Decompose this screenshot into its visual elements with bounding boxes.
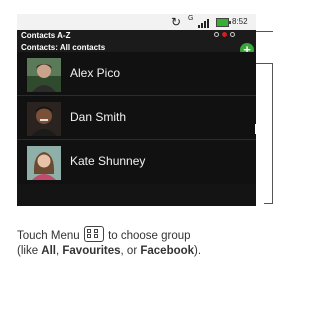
group-filter-label[interactable]: Contacts: All contacts (21, 43, 105, 52)
callout-line (272, 63, 273, 203)
scrollbar-thumb[interactable] (255, 124, 256, 134)
phone-screen: ↻ G 8:52 Contacts A-Z Contacts: All cont… (17, 14, 256, 206)
list-item[interactable]: Dan Smith (17, 96, 256, 140)
sync-icon: ↻ (171, 15, 182, 29)
signal-icon (198, 18, 212, 28)
instruction-caption: Touch Menu to choose group (like All, Fa… (17, 226, 271, 259)
battery-icon (216, 18, 231, 27)
list-item[interactable]: Alex Pico (17, 52, 256, 96)
menu-key-icon (83, 226, 104, 242)
contact-name: Dan Smith (70, 110, 127, 124)
network-type-label: G (188, 15, 194, 22)
avatar (27, 102, 61, 136)
contact-name: Kate Shunney (70, 154, 146, 168)
page-dot-active (222, 32, 227, 37)
contact-name: Alex Pico (70, 66, 121, 80)
page-dot (214, 32, 219, 37)
status-bar: ↻ G 8:52 (17, 14, 256, 30)
callout-line (264, 203, 273, 204)
avatar (27, 146, 61, 180)
page-dot (230, 32, 235, 37)
page-title: Contacts A-Z (21, 31, 71, 40)
callout-line (256, 31, 273, 32)
list-item[interactable]: Kate Shunney (17, 140, 256, 184)
avatar (27, 58, 61, 92)
callout-line (256, 63, 273, 64)
clock: 8:52 (232, 17, 248, 26)
